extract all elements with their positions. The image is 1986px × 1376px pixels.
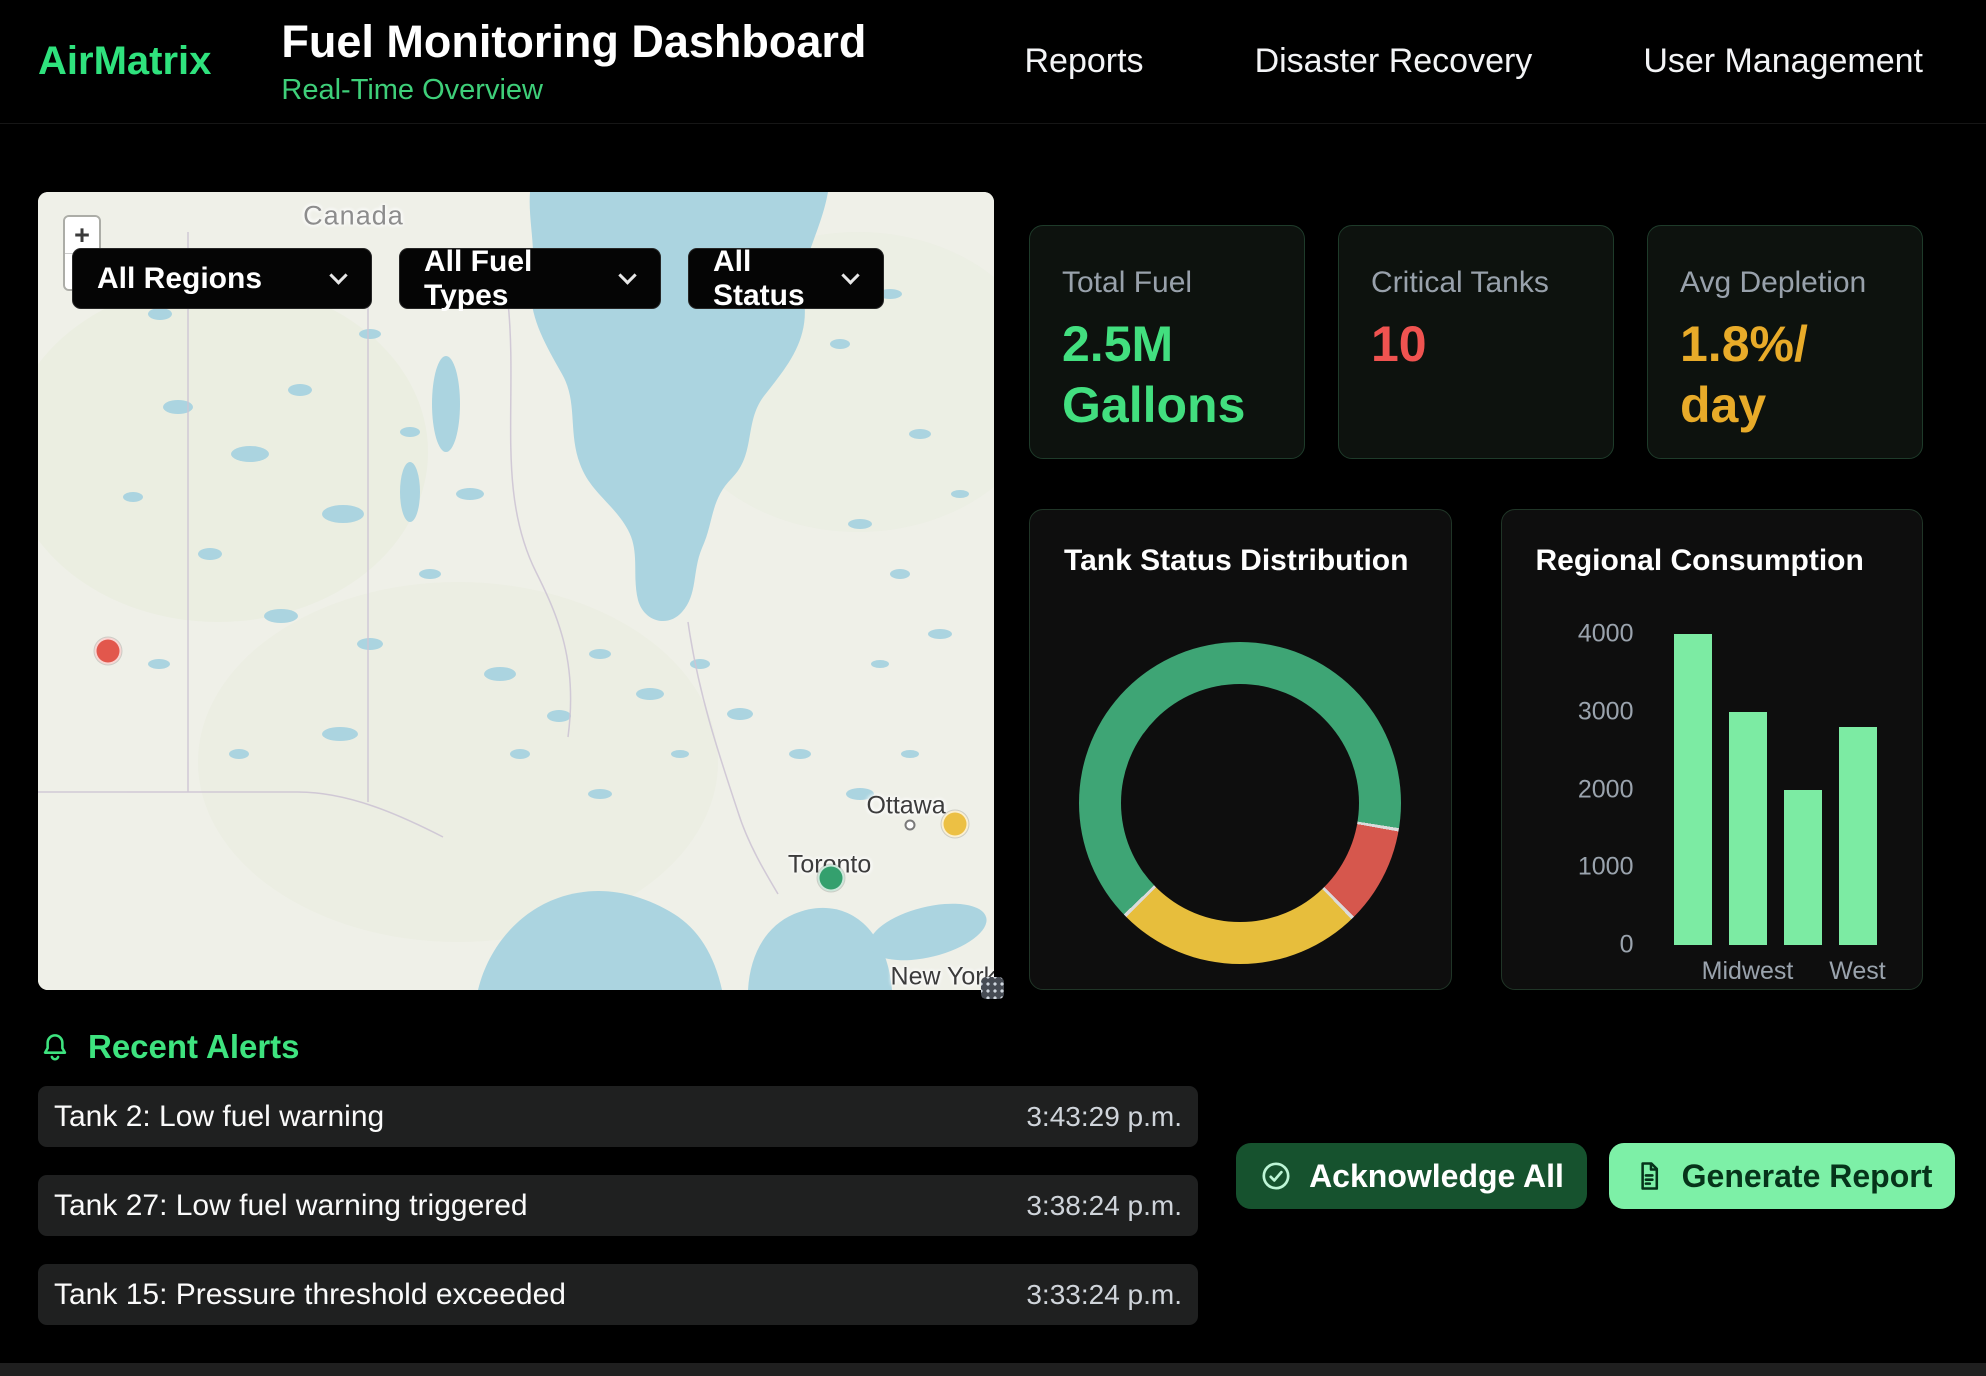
alerts-body: Tank 2: Low fuel warning 3:43:29 p.m. Ta… (38, 1086, 1923, 1325)
y-tick-label: 1000 (1578, 853, 1634, 882)
title-block: Fuel Monitoring Dashboard Real-Time Over… (281, 16, 866, 107)
chevron-down-icon (841, 266, 859, 284)
stat-card-total-fuel: Total Fuel 2.5M Gallons (1029, 225, 1305, 459)
main-nav: Reports Disaster Recovery User Managemen… (1025, 42, 1924, 81)
alert-row: Tank 2: Low fuel warning 3:43:29 p.m. (38, 1086, 1198, 1147)
charts-row: Tank Status Distribution Regional Consum… (1029, 509, 1923, 990)
document-icon (1632, 1159, 1666, 1193)
x-tick-label: West (1829, 957, 1886, 986)
alert-actions: Acknowledge All Generate Report (1236, 1143, 1955, 1325)
nav-disaster-recovery[interactable]: Disaster Recovery (1255, 42, 1533, 81)
check-circle-icon (1259, 1159, 1293, 1193)
alert-list: Tank 2: Low fuel warning 3:43:29 p.m. Ta… (38, 1086, 1198, 1325)
chevron-down-icon (618, 266, 636, 284)
fuel-types-filter-value: All Fuel Types (424, 245, 603, 313)
alert-time: 3:43:29 p.m. (1026, 1101, 1182, 1133)
chart-title: Tank Status Distribution (1064, 544, 1417, 578)
fuel-types-filter-select[interactable]: All Fuel Types (399, 248, 661, 309)
y-tick-label: 2000 (1578, 775, 1634, 804)
alert-time: 3:38:24 p.m. (1026, 1190, 1182, 1222)
map-label-canada: Canada (303, 200, 404, 231)
x-tick-label: Midwest (1702, 957, 1794, 986)
alert-row: Tank 27: Low fuel warning triggered 3:38… (38, 1175, 1198, 1236)
stat-value: 1.8%/ day (1680, 314, 1890, 436)
chevron-down-icon (329, 266, 347, 284)
tank-marker-normal[interactable] (817, 865, 844, 892)
page-title: Fuel Monitoring Dashboard (281, 16, 866, 68)
generate-report-button[interactable]: Generate Report (1609, 1143, 1955, 1209)
y-tick-label: 0 (1620, 931, 1634, 960)
regions-filter-value: All Regions (97, 262, 262, 296)
tank-status-distribution-card: Tank Status Distribution (1029, 509, 1452, 990)
alert-time: 3:33:24 p.m. (1026, 1279, 1182, 1311)
nav-user-management[interactable]: User Management (1643, 42, 1923, 81)
y-tick-label: 3000 (1578, 697, 1634, 726)
map-label-new-york: New York (891, 963, 994, 990)
alerts-header: Recent Alerts (38, 1028, 1923, 1066)
main-content: Canada Ottawa Toronto New York + − All R… (0, 124, 1986, 990)
map-filters: All Regions All Fuel Types All Status (72, 248, 884, 309)
alert-row: Tank 15: Pressure threshold exceeded 3:3… (38, 1264, 1198, 1325)
regional-consumption-card: Regional Consumption 0 1000 2000 3000 4000 M… (1501, 509, 1924, 990)
status-filter-select[interactable]: All Status (688, 248, 884, 309)
tank-marker-warning[interactable] (941, 811, 968, 838)
map-label-ottawa: Ottawa (866, 792, 945, 821)
tank-marker-critical[interactable] (94, 637, 121, 664)
bar-column (1784, 634, 1822, 945)
bar-chart-y-axis: 01000200030004000 (1536, 634, 1674, 945)
stats-row: Total Fuel 2.5M Gallons Critical Tanks 1… (1029, 225, 1923, 459)
bottom-bar (0, 1363, 1986, 1376)
chart-title: Regional Consumption (1536, 544, 1889, 578)
app-header: AirMatrix Fuel Monitoring Dashboard Real… (0, 0, 1986, 124)
alert-message: Tank 15: Pressure threshold exceeded (54, 1278, 566, 1312)
status-filter-value: All Status (713, 245, 826, 313)
bar-chart-bars: Midwest West (1674, 634, 1877, 945)
generate-report-label: Generate Report (1682, 1158, 1933, 1195)
tank-map: Canada Ottawa Toronto New York + − All R… (38, 192, 994, 990)
donut-chart (1079, 642, 1401, 964)
bar (1729, 712, 1767, 945)
page-subtitle: Real-Time Overview (281, 74, 866, 107)
stat-label: Avg Depletion (1680, 266, 1890, 300)
y-tick-label: 4000 (1578, 620, 1634, 649)
stat-label: Total Fuel (1062, 266, 1272, 300)
acknowledge-all-label: Acknowledge All (1309, 1158, 1564, 1195)
app-logo: AirMatrix (38, 39, 211, 84)
right-panel: Total Fuel 2.5M Gallons Critical Tanks 1… (1029, 192, 1923, 990)
alert-message: Tank 2: Low fuel warning (54, 1100, 384, 1134)
acknowledge-all-button[interactable]: Acknowledge All (1236, 1143, 1587, 1209)
bar (1674, 634, 1712, 945)
alert-message: Tank 27: Low fuel warning triggered (54, 1189, 528, 1223)
fuel-monitoring-dashboard: AirMatrix Fuel Monitoring Dashboard Real… (0, 0, 1986, 1325)
regions-filter-select[interactable]: All Regions (72, 248, 372, 309)
bar-column: West (1839, 634, 1877, 945)
ottawa-city-dot (904, 819, 915, 830)
stat-value: 2.5M Gallons (1062, 314, 1272, 436)
resize-handle[interactable] (981, 977, 1004, 999)
stat-card-critical-tanks: Critical Tanks 10 (1338, 225, 1614, 459)
bell-icon (38, 1030, 72, 1064)
bar-column (1674, 634, 1712, 945)
stat-value: 10 (1371, 314, 1581, 375)
nav-reports[interactable]: Reports (1025, 42, 1144, 81)
bar-column: Midwest (1729, 634, 1767, 945)
bar (1784, 790, 1822, 946)
stat-card-avg-depletion: Avg Depletion 1.8%/ day (1647, 225, 1923, 459)
recent-alerts-section: Recent Alerts Tank 2: Low fuel warning 3… (0, 990, 1986, 1325)
bar-chart: 01000200030004000 MidwestWest (1536, 634, 1889, 945)
bar (1839, 727, 1877, 945)
stat-label: Critical Tanks (1371, 266, 1581, 300)
alerts-title: Recent Alerts (88, 1028, 300, 1066)
